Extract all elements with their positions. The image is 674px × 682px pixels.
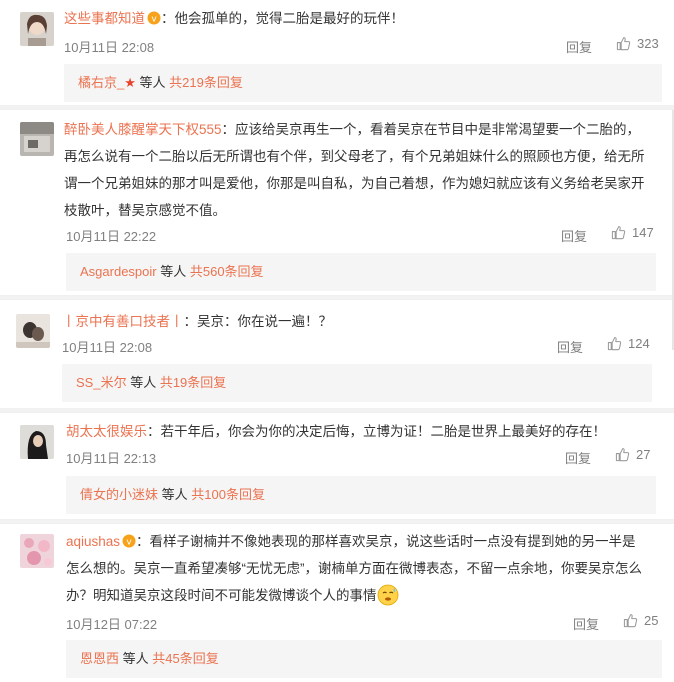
thumbs-up-icon [611,226,626,240]
sub-reply-etc: 等人 [156,264,187,279]
avatar[interactable] [16,314,50,348]
comment-body: ：若干年后，你会为你的决定后悔，立博为证！二胎是世界上最美好的存在！ [147,424,606,439]
comment-date: 10月11日 22:13 [66,451,157,466]
avatar[interactable] [20,12,54,46]
reply-button[interactable]: 回复 [557,337,583,356]
avatar[interactable] [20,534,54,568]
thumbs-up-icon [607,337,622,351]
sub-reply-etc: 等人 [126,375,157,390]
comment-card: 醉卧美人膝醒掌天下权555：应该给吴京再生一个，看着吴京在节目中是非常渴望要一个… [0,110,674,295]
like-button[interactable]: 27 [615,447,650,462]
comment-text: aqiushas v ：看样子谢楠并不像她表现的那样喜欢吴京，说这些话时一点没有提到… [66,528,666,609]
like-count: 27 [636,447,651,462]
comment-username[interactable]: aqiushas [66,534,120,549]
comment-username[interactable]: 胡太太很娱乐 [66,424,147,439]
vip-badge-icon: v [122,530,136,548]
comment-username[interactable]: 醉卧美人膝醒掌天下权555 [64,122,222,137]
comment-line: 醉卧美人膝醒掌天下权555：应该给吴京再生一个，看着吴京在节目中是非常渴望要一个… [64,116,660,143]
sub-reply-etc: 等人 [158,487,188,502]
comment-card: 丨京中有善口技者丨：吴京：你在说一遍！？ 10月11日 22:08 回复 124… [0,300,674,408]
sub-reply-count[interactable]: 共219条回复 [169,75,243,90]
comment-text: 丨京中有善口技者丨：吴京：你在说一遍！？ [62,308,652,335]
sub-replies[interactable]: 橘右京_★ 等人 共219条回复 [64,64,662,102]
sub-reply-count[interactable]: 共45条回复 [152,651,218,666]
comment-date: 10月11日 22:22 [66,229,157,244]
comment-card: aqiushas v ：看样子谢楠并不像她表现的那样喜欢吴京，说这些话时一点没有提到… [0,524,674,682]
reply-button[interactable]: 回复 [573,614,599,633]
like-count: 124 [628,336,650,351]
reply-button[interactable]: 回复 [566,37,592,56]
comment-date: 10月12日 07:22 [66,617,158,632]
comment-date: 10月11日 22:08 [62,340,153,355]
comment-body: ：他会孤单的，觉得二胎是最好的玩伴！ [161,11,404,26]
sub-reply-etc: 等人 [119,651,149,666]
comment-line: 怎么想的。吴京一直希望凑够“无忧无虑”，谢楠单方面在微博表态，不留一点余地，你要… [66,561,642,576]
like-button[interactable]: 147 [611,225,654,240]
comment-text: 胡太太很娱乐：若干年后，你会为你的决定后悔，立博为证！二胎是世界上最美好的存在！ [66,418,656,445]
like-count: 323 [637,36,659,51]
comment-date: 10月11日 22:08 [64,40,155,55]
sub-reply-count[interactable]: 共100条回复 [191,487,265,502]
sub-reply-username[interactable]: Asgardespoir [80,264,157,279]
comment-line: 枝散叶，替吴京感觉不值。 [64,203,226,218]
avatar[interactable] [20,425,54,459]
comment-card: 这些事都知道 v ：他会孤单的，觉得二胎是最好的玩伴！ 10月11日 22:08 回… [0,0,674,105]
comment-card: 胡太太很娱乐：若干年后，你会为你的决定后悔，立博为证！二胎是世界上最美好的存在！… [0,413,674,519]
sub-reply-username[interactable]: 橘右京_ [78,75,124,90]
thumbs-up-icon [623,614,638,628]
comment-line: 谓一个兄弟姐妹的那才叫是爱他，你那是叫自私，为自己着想，作为媳妇就应该有义务给老… [64,176,645,191]
reply-button[interactable]: 回复 [561,226,587,245]
comment-line: aqiushas v ：看样子谢楠并不像她表现的那样喜欢吴京，说这些话时一点没有提到… [66,528,666,555]
sub-reply-etc: 等人 [135,75,166,90]
sub-reply-username[interactable]: SS_米尔 [76,375,127,390]
thumbs-up-icon [615,448,630,462]
sub-replies[interactable]: 恩恩西 等人 共45条回复 [66,640,662,678]
comment-line: 办？明知道吴京这段时间不可能发微博谈个人的事情 [66,582,666,609]
comment-text: 这些事都知道 v ：他会孤单的，觉得二胎是最好的玩伴！ [64,5,654,32]
vip-badge-icon: v [147,7,161,25]
svg-text:v: v [126,538,132,548]
sub-reply-username[interactable]: 倩女的小迷妹 [80,487,158,502]
like-button[interactable]: 25 [623,613,658,628]
comment-text: 醉卧美人膝醒掌天下权555：应该给吴京再生一个，看着吴京在节目中是非常渴望要一个… [64,116,660,224]
red-star-icon: ★ [124,75,136,90]
like-button[interactable]: 323 [616,36,659,51]
svg-text:v: v [151,15,157,25]
sub-reply-count[interactable]: 共560条回复 [190,264,264,279]
like-count: 147 [632,225,654,240]
sub-replies[interactable]: 倩女的小迷妹 等人 共100条回复 [66,476,656,514]
sub-reply-count[interactable]: 共19条回复 [160,375,226,390]
sub-reply-username[interactable]: 恩恩西 [80,651,119,666]
comment-body: ：看样子谢楠并不像她表现的那样喜欢吴京，说这些话时一点没有提到她的另一半是 [136,534,636,549]
like-count: 25 [644,613,659,628]
sub-replies[interactable]: SS_米尔 等人 共19条回复 [62,364,652,402]
comment-line: 再怎么说有一个二胎以后无所谓也有个伴，到父母老了，有个兄弟姐妹什么的照顾也方便，… [64,149,645,164]
comment-body: ：应该给吴京再生一个，看着吴京在节目中是非常渴望要一个二胎的， [221,122,641,137]
reply-button[interactable]: 回复 [565,448,591,467]
comment-username[interactable]: 这些事都知道 [64,11,145,26]
avatar[interactable] [20,122,54,156]
sweat-emoji-icon [377,584,399,606]
like-button[interactable]: 124 [607,336,650,351]
sub-replies[interactable]: Asgardespoir 等人 共560条回复 [66,253,656,291]
comment-body: ：吴京：你在说一遍！？ [183,314,333,329]
comment-body: 办？明知道吴京这段时间不可能发微博谈个人的事情 [66,588,377,603]
thumbs-up-icon [616,37,631,51]
comment-username[interactable]: 丨京中有善口技者丨 [62,314,184,329]
